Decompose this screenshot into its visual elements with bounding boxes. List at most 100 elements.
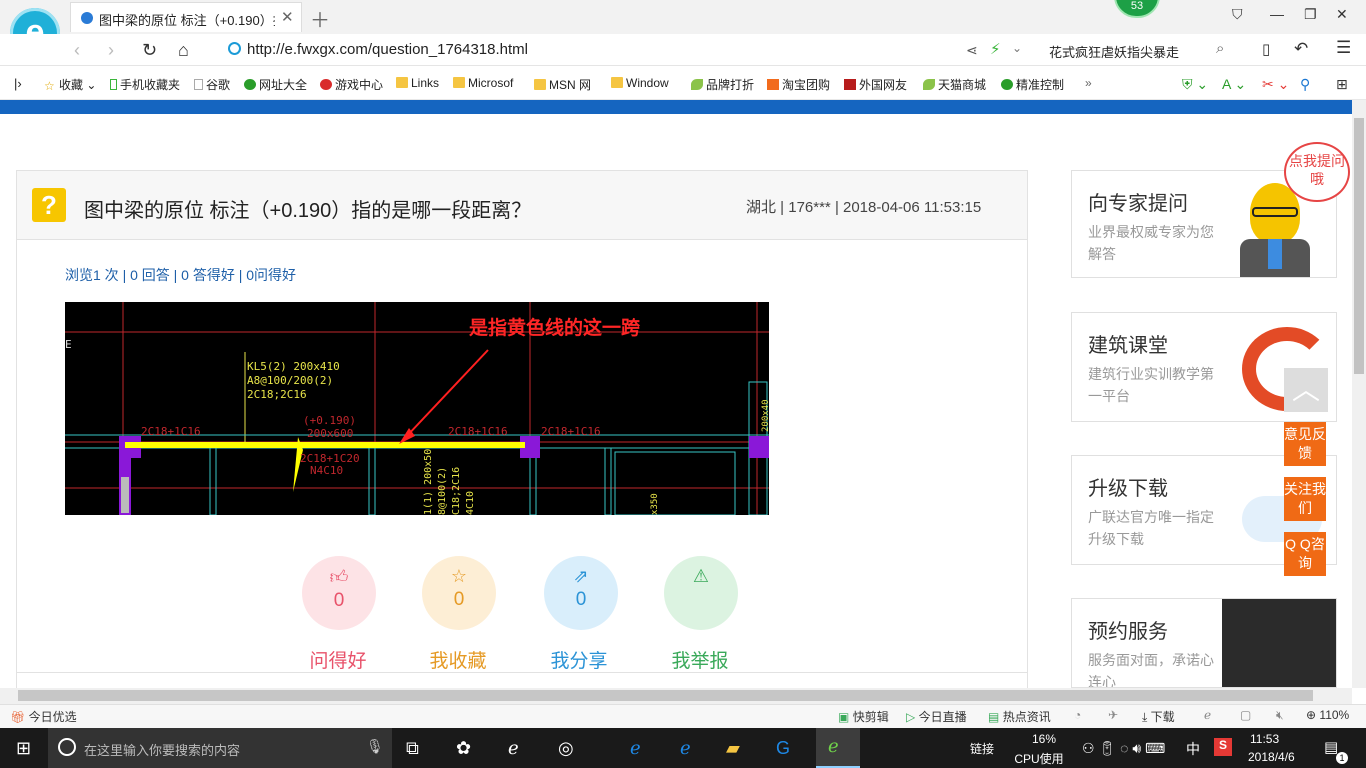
ie-icon[interactable]: ℯ <box>1204 708 1211 722</box>
links-toolbar[interactable]: 链接 <box>970 740 994 757</box>
clock-date[interactable]: 2018/4/6 <box>1248 750 1295 764</box>
question-stats[interactable]: 浏览1 次 | 0 回答 | 0 答得好 | 0问得好 <box>65 265 296 285</box>
bookmark-hao[interactable]: 网址大全 <box>244 76 307 93</box>
active-browser-task[interactable]: ℯ <box>816 728 860 768</box>
home-icon[interactable]: ⌂ <box>178 40 189 61</box>
bookmark-favorites[interactable]: ☆ 收藏 ⌄ <box>44 76 96 93</box>
url-field[interactable]: http://e.fwxgx.com/question_1764318.html <box>228 41 528 58</box>
quick-clip[interactable]: ▣ 快剪辑 <box>838 708 889 725</box>
sogou-icon[interactable]: S <box>1214 738 1232 756</box>
bookmark-mobile[interactable]: 手机收藏夹 <box>110 76 180 93</box>
collect-count: 0 <box>453 589 465 610</box>
horizontal-scroll-thumb[interactable] <box>18 690 1313 701</box>
share-button[interactable]: ⇗ 0 <box>544 556 618 630</box>
share-icon[interactable]: ⋖ <box>966 42 978 59</box>
translate-icon[interactable]: A ⌄ <box>1222 76 1246 93</box>
bookmark-google[interactable]: 谷歌 <box>194 76 230 93</box>
cad-rebar-label: 2C18+1C16 <box>141 425 201 438</box>
download-button[interactable]: ⤓ 下载 <box>1142 708 1175 725</box>
feedback-button[interactable]: 意见反馈 <box>1284 422 1326 466</box>
more-bookmarks-icon[interactable]: » <box>1085 76 1092 90</box>
forward-icon[interactable]: › <box>108 40 114 61</box>
share-label[interactable]: 我分享 <box>524 646 634 673</box>
site-info-icon[interactable] <box>228 42 241 55</box>
warning-icon: ⚠ <box>692 566 710 586</box>
report-label[interactable]: 我举报 <box>645 646 755 673</box>
scissors-icon[interactable]: ✂ ⌄ <box>1262 76 1289 93</box>
taskbar-search[interactable]: 在这里输入你要搜索的内容 🎙︎ <box>48 728 392 768</box>
lightning-icon[interactable]: ⚡ <box>990 40 1001 58</box>
phone-icon[interactable]: ▯ <box>1262 40 1270 58</box>
pinwheel-icon[interactable]: ✿ <box>456 738 471 759</box>
bookmark-tmall[interactable]: 天猫商城 <box>923 76 986 93</box>
qq-consult-button[interactable]: Q Q咨询 <box>1284 532 1326 576</box>
bookmark-control[interactable]: 精准控制 <box>1001 76 1064 93</box>
hot-news[interactable]: ▤ 热点资讯 <box>988 708 1051 725</box>
mute-icon[interactable]: 🔇︎ <box>1276 708 1284 723</box>
edge-browser-icon[interactable]: ℯ <box>630 738 641 759</box>
cad-beam-label: A8@100/200(2) <box>247 374 333 387</box>
report-button[interactable]: ⚠ 0 <box>664 556 738 630</box>
tab-active[interactable]: 图中梁的原位 标注（+0.190）指 ✕ <box>70 2 302 32</box>
back-to-top-button[interactable]: ︿ <box>1284 368 1328 412</box>
magnifier-icon[interactable]: ⚲ <box>1300 76 1310 93</box>
action-center-icon[interactable]: ▤ <box>1324 738 1338 756</box>
bookmark-label: Window <box>626 76 669 90</box>
ie-browser-icon[interactable]: ℯ <box>680 738 691 759</box>
bookmark-msn[interactable]: MSN 网 <box>534 76 591 93</box>
collect-button[interactable]: ☆ 0 <box>422 556 496 630</box>
minimize-button[interactable]: — <box>1270 6 1284 22</box>
task-view-icon[interactable]: ⧉ <box>406 738 419 759</box>
collect-label[interactable]: 我收藏 <box>403 646 513 673</box>
close-window-button[interactable]: ✕ <box>1336 6 1348 23</box>
menu-icon[interactable]: ☰ <box>1336 38 1351 58</box>
speed-icon[interactable]: ◔ <box>1074 708 1081 722</box>
back-icon[interactable]: ‹ <box>74 40 80 61</box>
bookmark-windows[interactable]: Window <box>611 76 669 90</box>
bookmark-brand-sale[interactable]: 品牌打折 <box>691 76 754 93</box>
status-label: 下载 <box>1150 710 1175 724</box>
bookmark-label: 淘宝团购 <box>782 78 831 92</box>
sidebar-appointment[interactable]: 预约服务 服务面对面，承诺心连心 <box>1071 598 1337 688</box>
bookmark-games[interactable]: 游戏中心 <box>320 76 383 93</box>
hot-search-input[interactable]: 花式疯狂虐妖指尖暴走 <box>1049 42 1179 61</box>
shield-icon[interactable]: ⛨ ⌄ <box>1182 76 1208 93</box>
grid-icon[interactable]: ⊞ <box>1336 76 1348 93</box>
ime-indicator[interactable]: 中 <box>1186 739 1200 759</box>
bookmark-taobao[interactable]: 淘宝团购 <box>767 76 830 93</box>
bookmark-foreign[interactable]: 外国网友 <box>844 76 907 93</box>
bookmark-microsoft[interactable]: Microsof <box>453 76 513 90</box>
pin-icon[interactable]: ✈ <box>1108 708 1118 722</box>
edge-icon[interactable]: ℯ <box>508 738 519 759</box>
like-button[interactable]: 👍︎ 0 <box>302 556 376 630</box>
new-tab-button[interactable]: ＋ <box>310 4 330 33</box>
undo-icon[interactable]: ↶ <box>1294 39 1308 59</box>
ask-bubble[interactable]: 点我提问哦 <box>1284 142 1350 202</box>
maximize-button[interactable]: ❐ <box>1304 6 1317 23</box>
shirt-icon[interactable]: ⛉ <box>1232 6 1243 23</box>
refresh-icon[interactable]: ↻ <box>142 40 157 61</box>
cad-side-text: 200x40 <box>761 399 769 432</box>
search-icon[interactable]: ⌕ <box>1216 40 1224 57</box>
clock-time[interactable]: 11:53 <box>1250 732 1279 746</box>
live-today[interactable]: ▷ 今日直播 <box>906 708 967 725</box>
file-explorer-icon[interactable]: ▰ <box>726 738 740 759</box>
sidebar-toggle-icon[interactable]: |› <box>14 76 22 91</box>
windows-start-icon[interactable]: ⊞ <box>16 738 31 759</box>
like-label[interactable]: 问得好 <box>283 646 393 673</box>
follow-button[interactable]: 关注我们 <box>1284 477 1326 521</box>
cad-vertical-text: 8@100(2) <box>437 467 448 515</box>
bookmark-links[interactable]: Links <box>396 76 439 90</box>
g-app-icon[interactable]: G <box>776 738 790 759</box>
daily-picks[interactable]: 🎁︎ 今日优选 <box>10 708 77 725</box>
chevron-down-icon[interactable]: ⌄ <box>1012 41 1022 55</box>
zoom-control[interactable]: ⊕ 110% <box>1306 708 1349 722</box>
tab-close-icon[interactable]: ✕ <box>281 8 294 26</box>
microphone-icon[interactable]: 🎙︎ <box>366 738 384 755</box>
vertical-scroll-thumb[interactable] <box>1354 118 1364 374</box>
tray-icons[interactable]: ⚇ 🔋︎ ◌ 🔊︎ ⌨ <box>1082 740 1165 757</box>
sidebar-title: 预约服务 <box>1088 621 1168 643</box>
chat-app-icon[interactable]: ◎ <box>558 738 574 759</box>
cad-drawing-image[interactable]: 是指黄色线的这一跨 E KL5(2) 200x410 A8@100/200(2)… <box>65 302 769 515</box>
window-icon[interactable]: ▢ <box>1240 708 1251 722</box>
